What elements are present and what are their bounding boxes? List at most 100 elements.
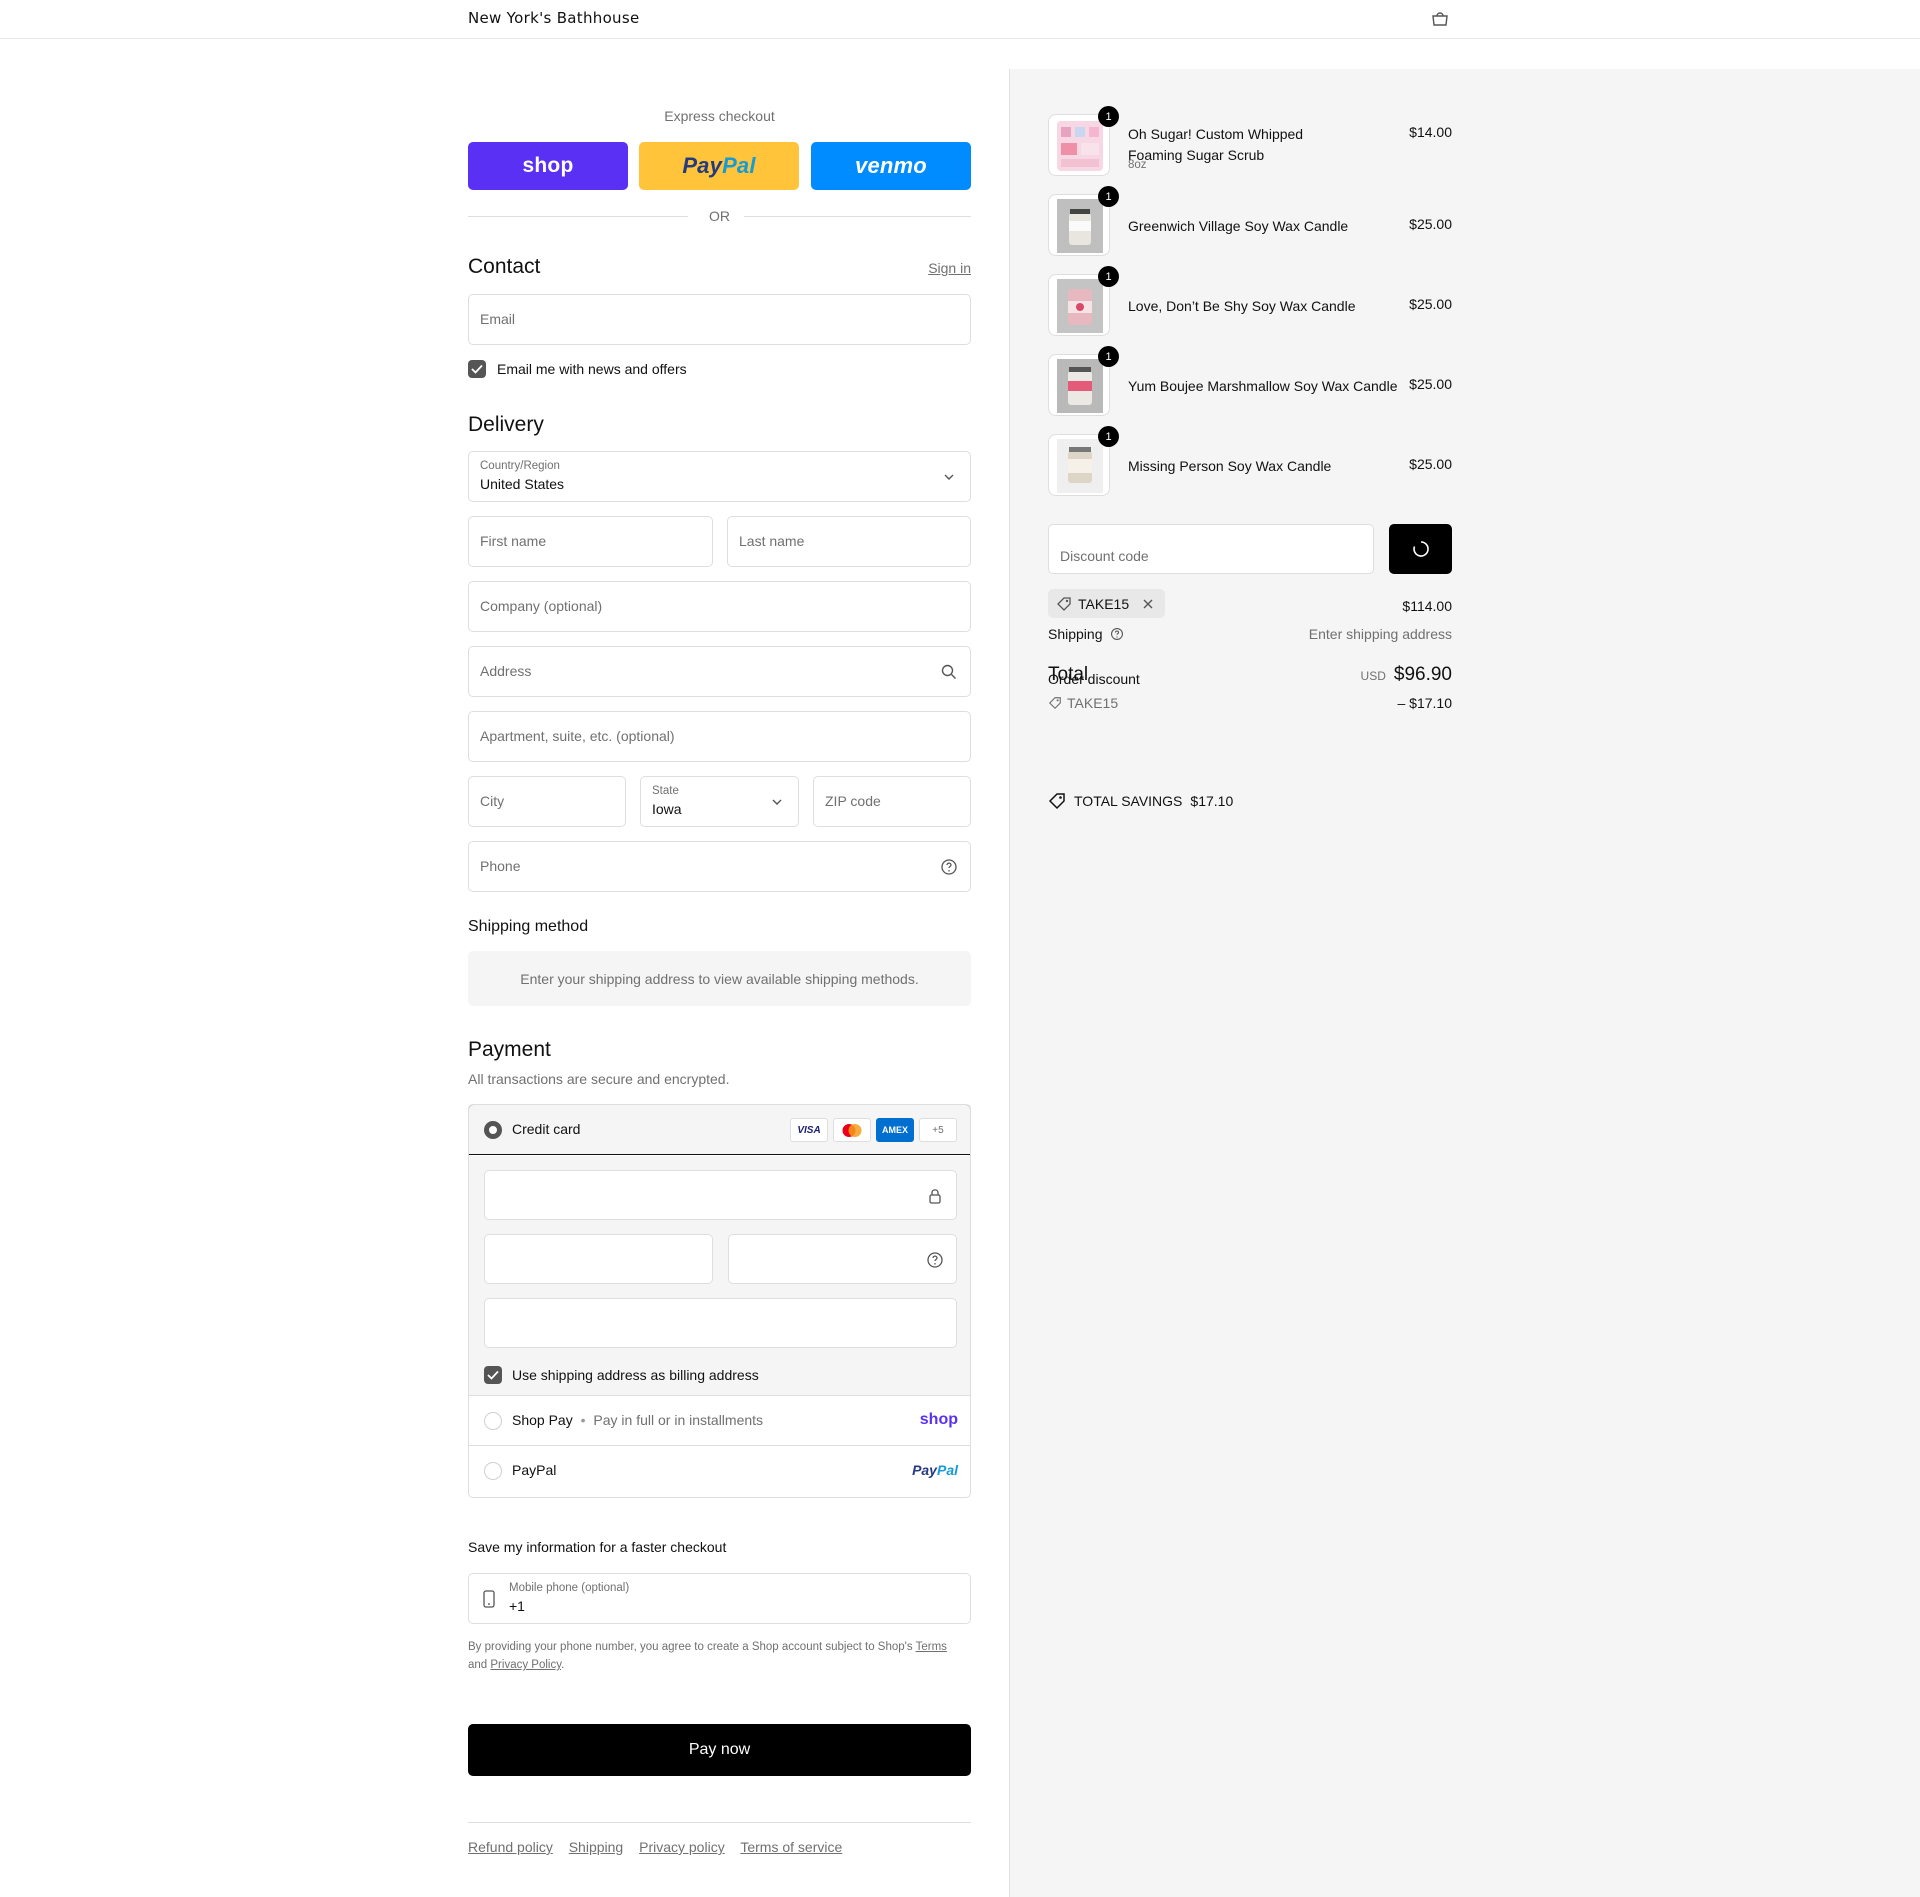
phone-field[interactable]: Phone: [468, 841, 971, 892]
order-discount-label: Order discount: [1048, 671, 1140, 687]
express-checkout-label: Express checkout: [664, 108, 775, 124]
paypal-logo: PayPal: [912, 1462, 958, 1478]
shipping-method-title: Shipping method: [468, 918, 589, 935]
discount-code-row: TAKE15: [1048, 695, 1118, 711]
item-name: Love, Don’t Be Shy Soy Wax Candle: [1128, 298, 1356, 314]
help-icon[interactable]: [940, 858, 958, 876]
first-name-field[interactable]: First name: [468, 516, 713, 567]
total-value: $96.90: [1393, 664, 1452, 685]
paypal-express-button[interactable]: Pay Pal: [639, 142, 799, 190]
state-select[interactable]: State Iowa: [640, 776, 799, 827]
terms-link[interactable]: Terms: [916, 1641, 947, 1653]
city-field[interactable]: City: [468, 776, 626, 827]
or-divider: OR: [468, 208, 971, 224]
privacy-policy-footer-link[interactable]: Privacy policy: [639, 1839, 725, 1855]
pay-now-button[interactable]: Pay now: [468, 1724, 971, 1776]
total-amount: USD $96.90: [1361, 664, 1452, 686]
quantity-badge: 1: [1098, 266, 1119, 287]
expiration-date-field[interactable]: [484, 1234, 713, 1284]
store-logo[interactable]: New York's Bathhouse: [468, 9, 640, 27]
item-name: Oh Sugar! Custom Whipped Foaming Sugar S…: [1128, 126, 1304, 163]
mobile-phone-field[interactable]: Mobile phone (optional) +1: [468, 1573, 971, 1624]
country-select[interactable]: Country/Region United States: [468, 451, 971, 502]
lock-icon: [929, 1189, 941, 1204]
quantity-badge: 1: [1098, 426, 1119, 447]
chevron-down-icon: [944, 474, 954, 480]
shop-pay-option[interactable]: Shop Pay • Pay in full or in installment…: [469, 1396, 970, 1446]
shipping-policy-link[interactable]: Shipping: [569, 1839, 624, 1855]
privacy-policy-link[interactable]: Privacy Policy: [490, 1659, 561, 1671]
apartment-field[interactable]: Apartment, suite, etc. (optional): [468, 711, 971, 762]
credit-card-label: Credit card: [512, 1121, 581, 1137]
item-name: Yum Boujee Marshmallow Soy Wax Candle: [1128, 378, 1398, 394]
billing-address-label: Use shipping address as billing address: [512, 1367, 759, 1383]
bag-icon[interactable]: [1430, 10, 1450, 28]
visa-icon: VISA: [790, 1118, 828, 1142]
order-summary-panel: [1009, 69, 1920, 1897]
credit-card-radio[interactable]: [484, 1121, 502, 1139]
last-name-field[interactable]: Last name: [727, 516, 971, 567]
address-field[interactable]: Address: [468, 646, 971, 697]
more-cards-badge: +5: [919, 1118, 957, 1142]
shipping-method-notice: Enter your shipping address to view avai…: [468, 951, 971, 1006]
payment-subtitle: All transactions are secure and encrypte…: [468, 1071, 730, 1087]
discount-value: – $17.10: [1397, 695, 1453, 711]
email-field[interactable]: Email: [468, 294, 971, 345]
payment-methods: Credit card VISA AMEX +5 Use shipping ad…: [468, 1104, 971, 1498]
item-name: Missing Person Soy Wax Candle: [1128, 458, 1332, 474]
paypal-option[interactable]: PayPal PayPal: [469, 1446, 970, 1496]
paypal-label: PayPal: [512, 1462, 557, 1478]
mobile-phone-icon: [483, 1590, 495, 1608]
refund-policy-link[interactable]: Refund policy: [468, 1839, 553, 1855]
item-price: $25.00: [1409, 216, 1452, 232]
line-item: 1 Love, Don’t Be Shy Soy Wax Candle $25.…: [1048, 266, 1452, 340]
apply-discount-button[interactable]: [1389, 524, 1452, 574]
spinner-icon: [1412, 541, 1429, 557]
contact-title: Contact: [468, 255, 541, 278]
shop-pay-logo: shop: [919, 1411, 958, 1428]
billing-address-checkbox[interactable]: [484, 1366, 502, 1384]
shipping-value: Enter shipping address: [1308, 626, 1452, 642]
save-info-title: Save my information for a faster checkou…: [468, 1539, 727, 1555]
tag-icon: [1048, 697, 1061, 710]
company-field[interactable]: Company (optional): [468, 581, 971, 632]
terms-of-service-link[interactable]: Terms of service: [740, 1839, 842, 1855]
item-price: $25.00: [1409, 456, 1452, 472]
paypal-radio[interactable]: [484, 1462, 502, 1480]
item-price: $25.00: [1409, 296, 1452, 312]
search-icon: [941, 664, 956, 679]
credit-card-option[interactable]: Credit card VISA AMEX +5: [469, 1105, 970, 1155]
discount-code-field[interactable]: Discount code: [1048, 524, 1374, 574]
chevron-down-icon: [772, 799, 782, 805]
footer-links: Refund policy Shipping Privacy policy Te…: [468, 1839, 854, 1855]
close-icon[interactable]: [1141, 597, 1155, 611]
sign-in-link[interactable]: Sign in: [928, 260, 971, 276]
currency-code: USD: [1360, 669, 1386, 683]
newsletter-checkbox[interactable]: [468, 360, 486, 378]
quantity-badge: 1: [1098, 106, 1119, 127]
quantity-badge: 1: [1098, 186, 1119, 207]
shop-pay-radio[interactable]: [484, 1412, 502, 1430]
subtotal-value: $114.00: [1402, 598, 1452, 614]
item-price: $14.00: [1409, 124, 1452, 140]
venmo-express-button[interactable]: venmo: [811, 142, 971, 190]
card-number-field[interactable]: [484, 1170, 957, 1220]
quantity-badge: 1: [1098, 346, 1119, 367]
line-item: 1 Yum Boujee Marshmallow Soy Wax Candle …: [1048, 346, 1452, 420]
line-item: 1 Oh Sugar! Custom Whipped Foaming Sugar…: [1048, 106, 1452, 180]
amex-icon: AMEX: [876, 1118, 914, 1142]
help-icon[interactable]: [926, 1251, 944, 1269]
mastercard-icon: [833, 1118, 871, 1142]
delivery-title: Delivery: [468, 413, 544, 436]
security-code-field[interactable]: [728, 1234, 957, 1284]
shop-pay-express-button[interactable]: shop: [468, 142, 628, 190]
help-icon[interactable]: [1110, 627, 1124, 641]
item-name: Greenwich Village Soy Wax Candle: [1128, 218, 1349, 234]
item-price: $25.00: [1409, 376, 1452, 392]
item-variant: 8oz: [1128, 159, 1147, 171]
zip-field[interactable]: ZIP code: [813, 776, 971, 827]
name-on-card-field[interactable]: [484, 1298, 957, 1348]
shop-pay-sublabel: Pay in full or in installments: [593, 1412, 764, 1428]
total-savings: TOTAL SAVINGS $17.10: [1048, 792, 1233, 810]
shop-pay-label: Shop Pay: [512, 1412, 573, 1428]
